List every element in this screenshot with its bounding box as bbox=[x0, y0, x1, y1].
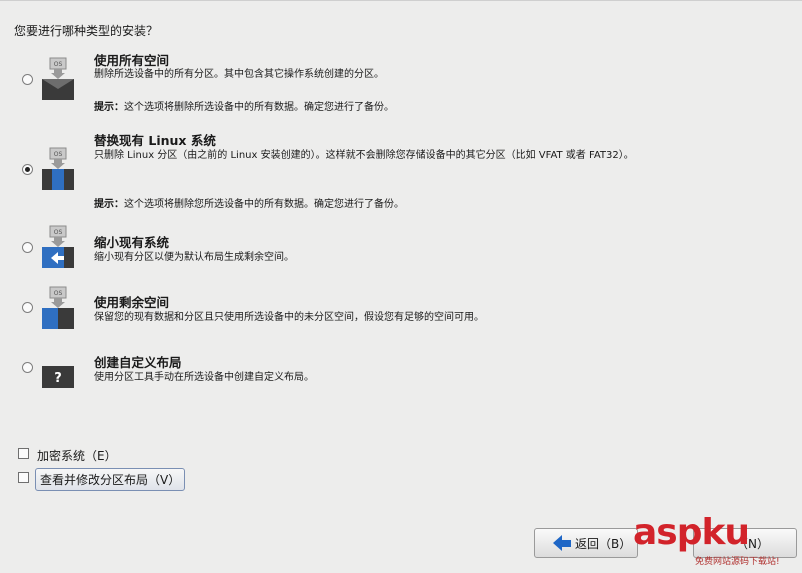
svg-text:OS: OS bbox=[54, 290, 63, 297]
watermark-logo: aspku 免费网站源码下载站! bbox=[633, 512, 798, 570]
disk-custom-icon: ? bbox=[42, 366, 74, 388]
option-description: 删除所选设备中的所有分区。其中包含其它操作系统创建的分区。 bbox=[94, 69, 384, 80]
radio-custom-layout[interactable] bbox=[22, 362, 33, 373]
svg-text:OS: OS bbox=[54, 229, 63, 236]
back-button[interactable]: 返回（B） bbox=[534, 528, 638, 558]
back-arrow-icon bbox=[553, 535, 562, 551]
option-warning: 提示：这个选项将删除所选设备中的所有数据。确定您进行了备份。 bbox=[94, 98, 394, 113]
disk-os-replace-icon: OS bbox=[42, 147, 74, 190]
back-button-label: 返回（B） bbox=[575, 536, 632, 551]
warning-label: 提示： bbox=[94, 102, 124, 113]
svg-text:OS: OS bbox=[54, 151, 63, 158]
option-description: 使用分区工具手动在所选设备中创建自定义布局。 bbox=[94, 372, 314, 383]
radio-replace-linux[interactable] bbox=[22, 164, 33, 175]
encrypt-system-label[interactable]: 加密系统（E） bbox=[37, 447, 117, 464]
encrypt-system-checkbox[interactable] bbox=[18, 448, 29, 459]
install-type-question: 您要进行哪种类型的安装？ bbox=[14, 24, 159, 38]
disk-shrink-icon: OS bbox=[42, 225, 74, 268]
disk-free-space-icon: OS bbox=[42, 286, 74, 329]
back-arrow-stem bbox=[562, 539, 571, 547]
option-description: 只删除 Linux 分区（由之前的 Linux 安装创建的）。这样就不会删除您存… bbox=[94, 150, 634, 161]
warning-text: 这个选项将删除您所选设备中的所有数据。确定您进行了备份。 bbox=[124, 199, 404, 210]
disk-os-full-icon: OS bbox=[42, 57, 74, 100]
watermark-text: aspku bbox=[633, 512, 750, 553]
warning-text: 这个选项将删除所选设备中的所有数据。确定您进行了备份。 bbox=[124, 102, 394, 113]
radio-use-free-space[interactable] bbox=[22, 302, 33, 313]
radio-use-all-space[interactable] bbox=[22, 74, 33, 85]
svg-text:?: ? bbox=[54, 371, 62, 386]
review-layout-checkbox[interactable] bbox=[18, 472, 29, 483]
option-description: 缩小现有分区以便为默认布局生成剩余空间。 bbox=[94, 252, 294, 263]
watermark-subtext: 免费网站源码下载站! bbox=[695, 557, 780, 567]
svg-text:OS: OS bbox=[54, 61, 63, 68]
window-top-border bbox=[0, 0, 802, 1]
review-layout-label[interactable]: 查看并修改分区布局（V） bbox=[35, 468, 186, 491]
option-description: 保留您的现有数据和分区且只使用所选设备中的未分区空间，假设您有足够的空间可用。 bbox=[94, 312, 484, 323]
radio-shrink-system[interactable] bbox=[22, 242, 33, 253]
warning-label: 提示： bbox=[94, 199, 124, 210]
option-warning: 提示：这个选项将删除您所选设备中的所有数据。确定您进行了备份。 bbox=[94, 195, 404, 210]
